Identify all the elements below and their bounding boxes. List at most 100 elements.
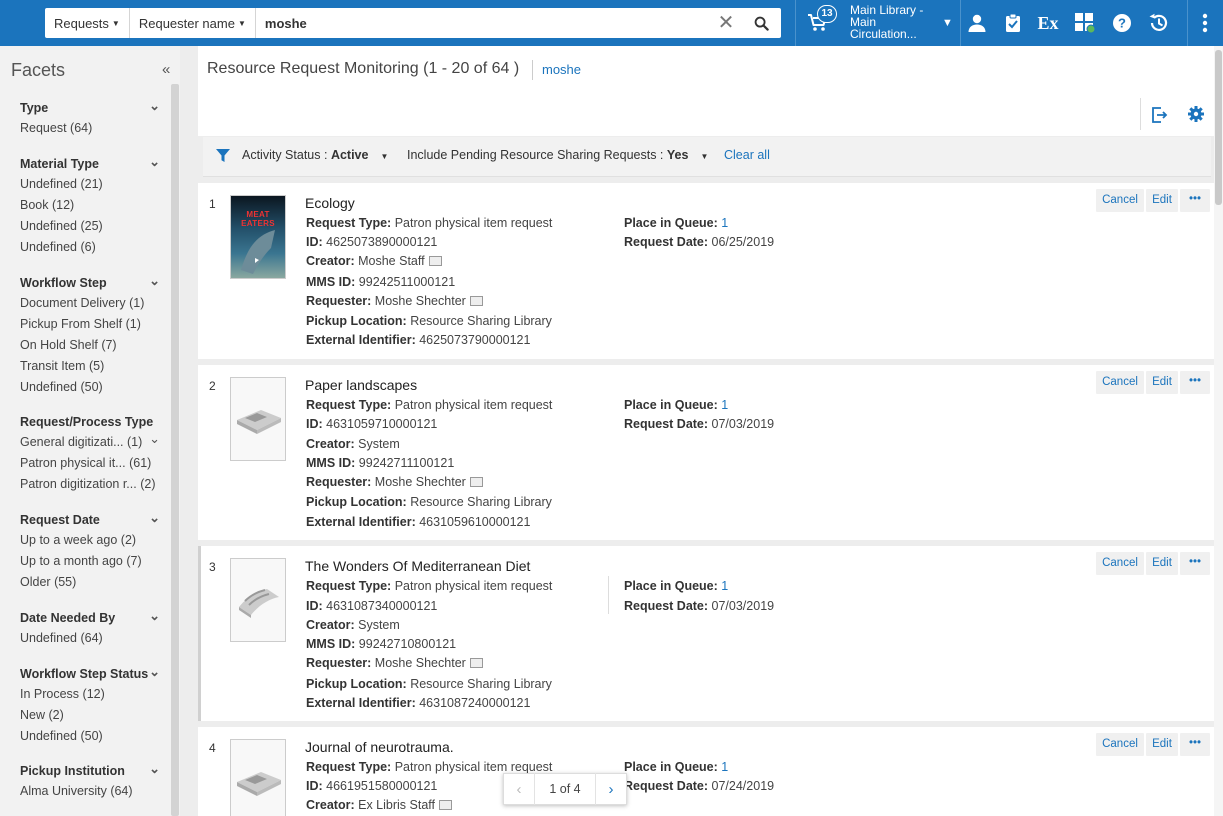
facet-item[interactable]: New (2) [20, 708, 160, 729]
pagination-control: ‹ 1 of 4 › [503, 773, 627, 805]
dashboard-widgets-icon[interactable] [1073, 11, 1097, 35]
facet-group-pickup-institution: Pickup Institution ⌄ Alma University (64) [20, 761, 160, 805]
chevron-down-icon[interactable]: ⌄ [149, 510, 160, 526]
divider [608, 576, 609, 614]
facet-item[interactable]: Pickup From Shelf (1) [20, 317, 160, 338]
facet-item[interactable]: General digitizati... (1) ⌄ [20, 432, 160, 456]
ex-libris-icon[interactable]: Ex [1036, 11, 1060, 35]
divider [1187, 0, 1188, 46]
facet-group-request-process-type: Request/Process Type General digitizati.… [20, 415, 160, 498]
library-selector[interactable]: Main Library - Main Circulation... [850, 4, 936, 40]
cancel-button[interactable]: Cancel [1096, 371, 1144, 394]
more-menu-icon[interactable] [1193, 11, 1217, 35]
clipboard-check-icon[interactable] [1001, 11, 1025, 35]
history-icon[interactable] [1147, 11, 1171, 35]
search-scope-dropdown[interactable]: Requests ▼ [45, 8, 130, 38]
facet-item[interactable]: Patron digitization r... (2) [20, 477, 160, 498]
facet-group-material-type: Material Type ⌄ Undefined (21) Book (12) … [20, 154, 160, 261]
facet-item[interactable]: Alma University (64) [20, 784, 160, 805]
facet-item[interactable]: Undefined (21) [20, 177, 160, 198]
caret-down-icon: ▼ [111, 18, 120, 28]
facet-item[interactable]: On Hold Shelf (7) [20, 338, 160, 359]
facet-item[interactable]: Book (12) [20, 198, 160, 219]
placeholder-thumbnail-icon[interactable] [230, 558, 286, 642]
facet-item[interactable]: In Process (12) [20, 687, 160, 708]
record-title-link[interactable]: Journal of neurotrauma. [305, 739, 454, 755]
facet-item[interactable]: Undefined (50) [20, 380, 160, 401]
search-field-dropdown[interactable]: Requester name ▼ [130, 8, 256, 38]
contact-card-icon[interactable] [469, 658, 483, 668]
facet-group-workflow-step: Workflow Step ⌄ Document Delivery (1) Pic… [20, 273, 160, 401]
record-title-link[interactable]: The Wonders Of Mediterranean Diet [305, 558, 530, 574]
facet-item[interactable]: Undefined (25) [20, 219, 160, 240]
caret-down-icon: ▼ [380, 152, 389, 161]
facet-item[interactable]: Undefined (64) [20, 631, 160, 652]
cart-count-badge: 13 [817, 5, 837, 23]
contact-card-icon[interactable] [469, 296, 483, 306]
main-scrollbar[interactable] [1214, 46, 1223, 816]
cancel-button[interactable]: Cancel [1096, 733, 1144, 756]
record-title-link[interactable]: Paper landscapes [305, 377, 417, 393]
chevron-down-icon[interactable]: ⌄ [149, 98, 160, 114]
previous-page-icon[interactable]: ‹ [504, 781, 534, 798]
facet-group-workflow-step-status: Workflow Step Status ⌄ In Process (12) Ne… [20, 664, 160, 750]
placeholder-thumbnail-icon[interactable] [230, 739, 286, 816]
chevron-down-icon[interactable]: ⌄ [149, 761, 160, 777]
next-page-icon[interactable]: › [596, 781, 626, 798]
more-actions-button[interactable]: ••• [1180, 733, 1210, 756]
library-caret-down-icon[interactable]: ▼ [942, 17, 953, 29]
clear-all-link[interactable]: Clear all [724, 148, 770, 162]
search-term-link[interactable]: moshe [532, 60, 581, 80]
facet-item[interactable]: Request (64) [20, 121, 160, 142]
facet-item[interactable]: Document Delivery (1) [20, 296, 160, 317]
facet-item[interactable]: Older (55) [20, 575, 160, 596]
edit-button[interactable]: Edit [1146, 552, 1178, 575]
export-icon[interactable] [1150, 106, 1168, 127]
cancel-button[interactable]: Cancel [1096, 552, 1144, 575]
page-title: Resource Request Monitoring (1 - 20 of 6… [207, 60, 520, 77]
user-icon[interactable] [965, 11, 989, 35]
edit-button[interactable]: Edit [1146, 733, 1178, 756]
chevron-down-icon[interactable]: ⌄ [149, 273, 160, 289]
help-icon[interactable]: ? [1110, 11, 1134, 35]
cancel-button[interactable]: Cancel [1096, 189, 1144, 212]
divider [960, 0, 961, 46]
more-actions-button[interactable]: ••• [1180, 189, 1210, 212]
more-actions-button[interactable]: ••• [1180, 371, 1210, 394]
filter-funnel-icon [216, 149, 230, 165]
scrollbar-thumb[interactable] [1215, 50, 1222, 205]
request-record: 3 The Wonders Of Mediterranean Diet Requ… [198, 546, 1214, 721]
clear-search-icon[interactable]: ✕ [711, 8, 741, 38]
book-cover-thumbnail[interactable]: MEAT EATERS [230, 195, 286, 279]
facet-item[interactable]: Up to a month ago (7) [20, 554, 160, 575]
activity-status-filter[interactable]: Activity Status : Active ▼ [242, 148, 388, 162]
facets-panel: Facets « Type ⌄ Request (64) Material Typ… [0, 46, 180, 816]
facet-group-request-date: Request Date ⌄ Up to a week ago (2) Up to… [20, 510, 160, 596]
collapse-facets-icon[interactable]: « [162, 61, 170, 78]
facet-item[interactable]: Patron physical it... (61) [20, 456, 160, 477]
caret-down-icon: ▼ [237, 18, 246, 28]
edit-button[interactable]: Edit [1146, 189, 1178, 212]
contact-card-icon[interactable] [469, 477, 483, 487]
active-filters-bar: Activity Status : Active ▼ Include Pendin… [203, 137, 1211, 177]
facet-item[interactable]: Undefined (50) [20, 729, 160, 750]
facet-item[interactable]: Undefined (6) [20, 240, 160, 261]
contact-card-icon[interactable] [439, 800, 452, 810]
chevron-down-icon[interactable]: ⌄ [149, 154, 160, 170]
edit-button[interactable]: Edit [1146, 371, 1178, 394]
pending-requests-filter[interactable]: Include Pending Resource Sharing Request… [407, 148, 708, 162]
settings-gear-icon[interactable] [1187, 105, 1205, 126]
facets-scrollbar[interactable] [171, 84, 179, 816]
chevron-down-icon[interactable]: ⌄ [149, 608, 160, 624]
chevron-down-icon[interactable]: ⌄ [149, 432, 160, 446]
contact-card-icon[interactable] [428, 256, 442, 266]
search-icon[interactable] [741, 8, 781, 38]
placeholder-thumbnail-icon[interactable] [230, 377, 286, 461]
search-input[interactable] [255, 8, 711, 38]
more-actions-button[interactable]: ••• [1180, 552, 1210, 575]
facet-item[interactable]: Transit Item (5) [20, 359, 160, 380]
record-title-link[interactable]: Ecology [305, 195, 355, 211]
request-record: 4 Journal of neurotrauma. Request Type: … [198, 727, 1214, 816]
chevron-down-icon[interactable]: ⌄ [149, 664, 160, 680]
facet-item[interactable]: Up to a week ago (2) [20, 533, 160, 554]
